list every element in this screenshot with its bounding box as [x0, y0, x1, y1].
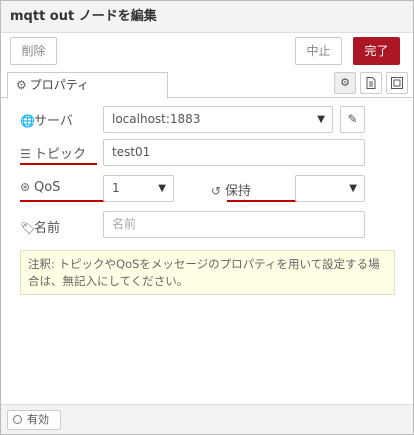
gear-icon: ⚙	[16, 78, 27, 92]
done-button[interactable]: 完了	[353, 37, 400, 65]
description-view-button[interactable]	[360, 72, 382, 94]
tasks-icon: ☰	[20, 147, 31, 161]
qos-value: 1	[112, 181, 120, 195]
appearance-view-button[interactable]	[386, 72, 408, 94]
edit-dialog: mqtt out ノードを編集 削除 中止 完了 ⚙ プロパティ ⚙ 🌐サーバ l…	[0, 0, 414, 435]
name-input[interactable]: 名前	[103, 211, 365, 238]
server-label-text: サーバ	[34, 114, 73, 129]
history-icon: ↺	[211, 184, 222, 198]
retain-label: ↺ 保持	[211, 180, 251, 199]
topic-label: ☰ トピック	[20, 143, 86, 162]
enabled-toggle[interactable]: 有効	[7, 410, 61, 430]
qos-icon: ⊛	[20, 180, 31, 194]
name-placeholder: 名前	[112, 217, 137, 231]
dialog-footer: 有効	[1, 404, 413, 434]
tag-icon: 🏷	[20, 221, 36, 235]
properties-panel: 🌐サーバ localhost:1883 ▼ ✎ ☰ トピック test01 ⊛ Qo…	[1, 98, 413, 404]
edit-server-button[interactable]: ✎	[340, 106, 365, 133]
topic-input[interactable]: test01	[103, 139, 365, 166]
dialog-title: mqtt out ノードを編集	[1, 1, 413, 33]
globe-icon: 🌐	[20, 114, 35, 128]
dialog-toolbar: 削除 中止 完了	[1, 33, 413, 69]
retain-select[interactable]: ▼	[295, 175, 365, 202]
document-icon	[366, 77, 376, 89]
name-label: 🏷名前	[20, 217, 60, 236]
server-label: 🌐サーバ	[20, 110, 73, 129]
qos-label-text: QoS	[34, 180, 61, 195]
chevron-down-icon: ▼	[349, 183, 357, 194]
qos-select[interactable]: 1 ▼	[103, 175, 174, 202]
enabled-label: 有効	[27, 413, 49, 426]
radio-icon	[13, 415, 22, 424]
tip-box: 注釈: トピックやQoSをメッセージのプロパティを用いて設定する場合は、無記入に…	[20, 250, 395, 295]
frame-icon	[391, 77, 403, 89]
chevron-down-icon: ▼	[317, 114, 325, 125]
delete-button[interactable]: 削除	[10, 37, 57, 65]
name-label-text: 名前	[34, 221, 61, 236]
properties-view-button[interactable]: ⚙	[334, 72, 356, 94]
chevron-down-icon: ▼	[158, 183, 166, 194]
topic-label-text: トピック	[34, 147, 87, 162]
pencil-icon: ✎	[347, 112, 358, 126]
qos-label: ⊛ QoS	[20, 180, 60, 195]
tab-properties-label: プロパティ	[29, 78, 90, 92]
tab-bar: ⚙ プロパティ ⚙	[1, 69, 413, 99]
cancel-button[interactable]: 中止	[295, 37, 342, 65]
retain-label-text: 保持	[225, 184, 252, 199]
tab-properties[interactable]: ⚙ プロパティ	[7, 72, 168, 99]
topic-underline	[20, 163, 97, 165]
server-value: localhost:1883	[112, 112, 201, 126]
gear-icon: ⚙	[340, 76, 350, 89]
server-select[interactable]: localhost:1883 ▼	[103, 106, 333, 133]
